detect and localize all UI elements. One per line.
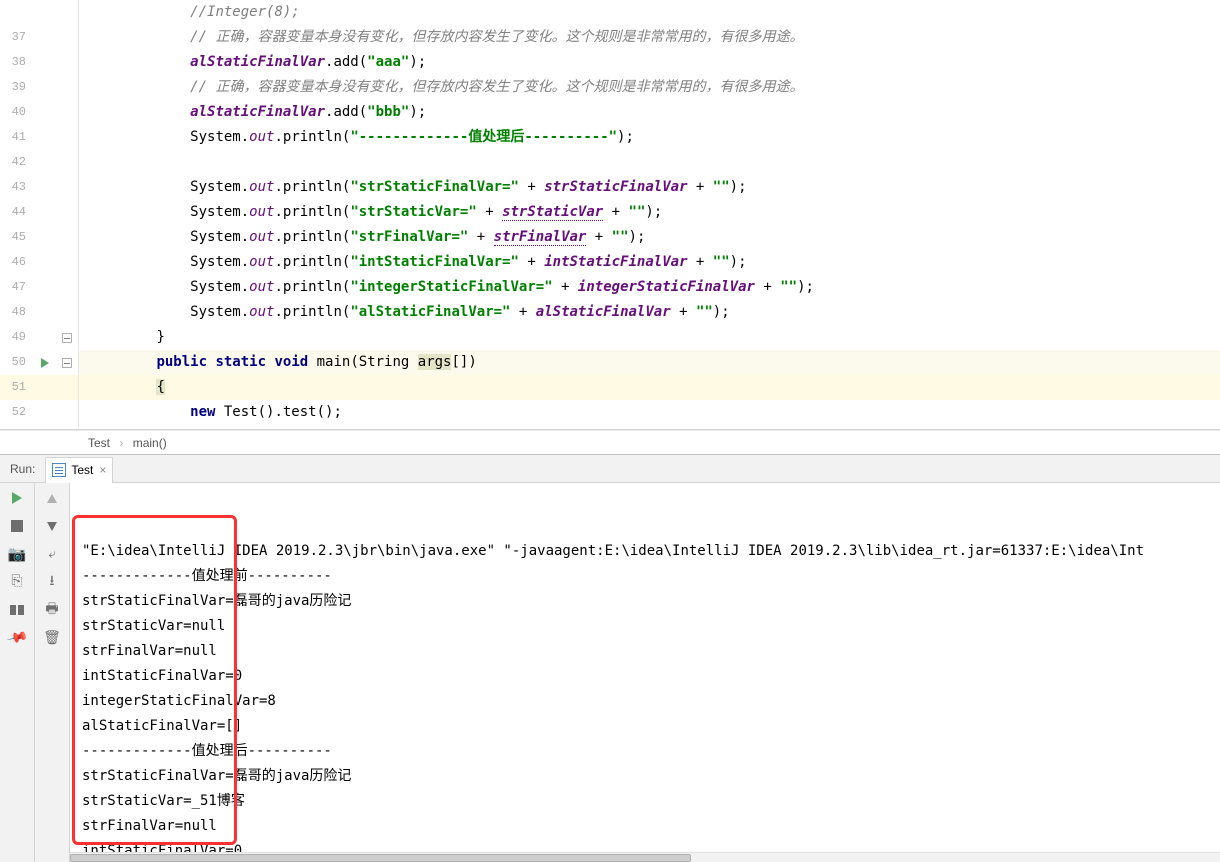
- softwrap-icon[interactable]: ⤶: [43, 545, 61, 563]
- line-number: 43: [0, 175, 34, 200]
- stop-icon[interactable]: [8, 517, 26, 535]
- line-number: 52: [0, 400, 34, 425]
- code-editor[interactable]: //Integer(8); // 正确，容器变量本身没有变化，但存放内容发生了变…: [79, 0, 1220, 429]
- line-number: 46: [0, 250, 34, 275]
- run-config-icon: [52, 463, 66, 477]
- clear-icon[interactable]: 🗑: [43, 629, 61, 647]
- line-number: 49: [0, 325, 34, 350]
- line-number: 51: [0, 375, 34, 400]
- line-number: 44: [0, 200, 34, 225]
- run-tabs: Run: Test ×: [0, 455, 1220, 483]
- code-comment: // 正确，容器变量本身没有变化，但存放内容发生了变化。这个规则是非常常用的，有…: [190, 79, 803, 95]
- console-line: -------------值处理后----------: [82, 739, 1208, 764]
- console-line: strStaticVar=null: [82, 614, 1208, 639]
- run-panel: Run: Test × 📷 ⎘ 📌 ⤶ ⭳ 🖶 🗑 "E:\idea\Intel…: [0, 454, 1220, 862]
- code-field: alStaticFinalVar: [190, 54, 325, 70]
- line-number: 50: [0, 350, 34, 375]
- print-icon[interactable]: 🖶: [43, 601, 61, 619]
- exit-icon[interactable]: ⎘: [8, 573, 26, 591]
- line-number: 45: [0, 225, 34, 250]
- code-comment: //Integer(8);: [190, 4, 300, 20]
- line-number: 38: [0, 50, 34, 75]
- editor-area: 37 38 39 40 41 42 43 44 45 46 47 48 49 5…: [0, 0, 1220, 430]
- scrollbar-thumb[interactable]: [70, 854, 691, 862]
- fold-icon[interactable]: [62, 333, 72, 343]
- run-tab[interactable]: Test ×: [45, 457, 113, 483]
- console-line: strFinalVar=null: [82, 814, 1208, 839]
- line-number: 41: [0, 125, 34, 150]
- line-number: 39: [0, 75, 34, 100]
- run-label: Run:: [0, 462, 45, 476]
- layout-icon[interactable]: [8, 601, 26, 619]
- fold-icon[interactable]: [62, 358, 72, 368]
- gutter: 37 38 39 40 41 42 43 44 45 46 47 48 49 5…: [0, 0, 79, 429]
- line-number: 42: [0, 150, 34, 175]
- run-tab-title: Test: [71, 463, 93, 477]
- scroll-up-icon[interactable]: [43, 489, 61, 507]
- code-comment: // 正确，容器变量本身没有变化，但存放内容发生了变化。这个规则是非常常用的，有…: [190, 29, 803, 45]
- console-line: alStaticFinalVar=[]: [82, 714, 1208, 739]
- breadcrumb-item[interactable]: main(): [133, 436, 167, 450]
- console-line: strStaticFinalVar=磊哥的java历险记: [82, 589, 1208, 614]
- close-icon[interactable]: ×: [99, 463, 106, 477]
- pin-icon[interactable]: 📌: [5, 626, 30, 651]
- console-line: strStaticVar=_51博客: [82, 789, 1208, 814]
- line-number: 37: [0, 25, 34, 50]
- scrollbar-horizontal[interactable]: [70, 852, 1220, 862]
- console-line: intStaticFinalVar=0: [82, 664, 1208, 689]
- console-line: strStaticFinalVar=磊哥的java历险记: [82, 764, 1208, 789]
- chevron-right-icon: ›: [119, 436, 123, 450]
- run-toolbar-left: 📷 ⎘ 📌: [0, 483, 35, 862]
- breadcrumb-item[interactable]: Test: [88, 436, 110, 450]
- console-line: "E:\idea\IntelliJ IDEA 2019.2.3\jbr\bin\…: [82, 539, 1208, 564]
- scroll-down-icon[interactable]: [43, 517, 61, 535]
- camera-icon[interactable]: 📷: [8, 545, 26, 563]
- line-number: 47: [0, 275, 34, 300]
- breadcrumb[interactable]: Test › main(): [0, 430, 1220, 454]
- line-number: 40: [0, 100, 34, 125]
- run-gutter-icon[interactable]: [41, 358, 49, 368]
- console-line: -------------值处理前----------: [82, 564, 1208, 589]
- line-number: [0, 0, 34, 25]
- scroll-to-end-icon[interactable]: ⭳: [43, 573, 61, 591]
- console-output[interactable]: "E:\idea\IntelliJ IDEA 2019.2.3\jbr\bin\…: [70, 483, 1220, 862]
- code-field: alStaticFinalVar: [190, 104, 325, 120]
- rerun-icon[interactable]: [8, 489, 26, 507]
- console-line: strFinalVar=null: [82, 639, 1208, 664]
- console-line: integerStaticFinalVar=8: [82, 689, 1208, 714]
- line-number: 48: [0, 300, 34, 325]
- run-toolbar-console: ⤶ ⭳ 🖶 🗑: [35, 483, 70, 862]
